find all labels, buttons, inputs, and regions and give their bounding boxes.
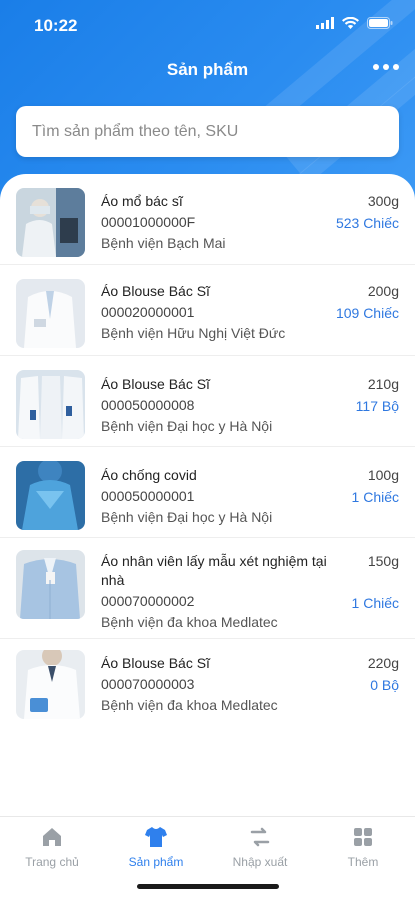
- product-thumbnail: [16, 461, 85, 530]
- signal-icon: [316, 17, 334, 29]
- product-stock: 150g 1 Chiếc: [352, 552, 399, 613]
- nav-label: Sản phẩm: [128, 855, 184, 869]
- product-row[interactable]: Áo mổ bác sĩ 00001000000F Bệnh viện Bạch…: [0, 174, 415, 265]
- product-weight: 100g: [367, 467, 399, 483]
- product-row[interactable]: Áo Blouse Bác Sĩ 000050000008 Bệnh viện …: [0, 356, 415, 447]
- product-stock: 210g 117 Bộ: [356, 375, 399, 416]
- grid-icon: [354, 828, 372, 846]
- product-stock: 100g 1 Chiếc: [352, 466, 399, 507]
- battery-icon: [367, 17, 393, 29]
- product-weight: 200g: [367, 283, 399, 299]
- product-weight: 150g: [367, 553, 399, 569]
- page-title: Sản phẩm: [166, 60, 249, 79]
- product-quantity: 523 Chiếc: [335, 215, 399, 231]
- product-row[interactable]: Áo nhân viên lấy mẫu xét nghiệm tại nhà …: [0, 538, 415, 639]
- status-icons: [316, 17, 393, 29]
- home-indicator: [137, 884, 279, 889]
- status-bar: 10:22: [0, 0, 415, 52]
- nav-label: Trang chủ: [25, 855, 79, 869]
- search-input[interactable]: [32, 122, 399, 141]
- nav-item-more[interactable]: Thêm: [311, 825, 415, 869]
- product-thumbnail: [16, 650, 85, 719]
- product-info: Áo mổ bác sĩ 00001000000F Bệnh viện Bạch…: [101, 192, 331, 253]
- product-name: Áo chống covid: [101, 467, 197, 483]
- product-info: Áo Blouse Bác Sĩ 000070000003 Bệnh viện …: [101, 654, 331, 715]
- product-name: Áo Blouse Bác Sĩ: [101, 376, 210, 392]
- product-info: Áo chống covid 000050000001 Bệnh viện Đạ…: [101, 466, 331, 527]
- product-info: Áo nhân viên lấy mẫu xét nghiệm tại nhà …: [101, 552, 331, 632]
- product-sku: 000070000002: [101, 593, 195, 609]
- product-sku: 000020000001: [101, 304, 195, 320]
- product-row[interactable]: Áo Blouse Bác Sĩ 000020000001 Bệnh viện …: [0, 265, 415, 356]
- product-thumbnail: [16, 550, 85, 619]
- wifi-icon: [342, 17, 359, 29]
- status-time: 10:22: [34, 16, 78, 35]
- product-sku: 000070000003: [101, 676, 195, 692]
- product-hospital: Bệnh viện Đại học y Hà Nội: [101, 509, 273, 525]
- product-weight: 220g: [367, 655, 399, 671]
- nav-item-home[interactable]: Trang chủ: [0, 825, 104, 869]
- nav-label: Nhập xuất: [232, 855, 288, 869]
- product-stock: 220g 0 Bộ: [368, 654, 399, 695]
- product-quantity: 1 Chiếc: [351, 595, 399, 611]
- product-name: Áo nhân viên lấy mẫu xét nghiệm tại nhà: [101, 553, 327, 588]
- product-name: Áo Blouse Bác Sĩ: [101, 283, 210, 299]
- product-quantity: 0 Bộ: [370, 677, 399, 693]
- product-weight: 210g: [367, 376, 399, 392]
- swap-arrows-icon: [250, 827, 270, 847]
- product-list: Áo mổ bác sĩ 00001000000F Bệnh viện Bạch…: [0, 174, 415, 816]
- home-icon: [43, 828, 61, 846]
- product-hospital: Bệnh viện đa khoa Medlatec: [101, 614, 278, 630]
- product-info: Áo Blouse Bác Sĩ 000050000008 Bệnh viện …: [101, 375, 331, 436]
- product-quantity: 1 Chiếc: [351, 489, 399, 505]
- product-hospital: Bệnh viện Bạch Mai: [101, 235, 226, 251]
- product-quantity: 117 Bộ: [355, 398, 399, 414]
- product-sku: 000050000008: [101, 397, 195, 413]
- product-thumbnail: [16, 188, 85, 257]
- product-sku: 000050000001: [101, 488, 195, 504]
- product-thumbnail: [16, 370, 85, 439]
- product-hospital: Bệnh viện Đại học y Hà Nội: [101, 418, 273, 434]
- product-row[interactable]: Áo chống covid 000050000001 Bệnh viện Đạ…: [0, 447, 415, 538]
- product-stock: 300g 523 Chiếc: [336, 192, 399, 233]
- product-name: Áo Blouse Bác Sĩ: [101, 655, 210, 671]
- title-bar: Sản phẩm: [0, 52, 415, 88]
- product-quantity: 109 Chiếc: [335, 305, 399, 321]
- more-options-button[interactable]: [373, 64, 399, 70]
- shirt-icon: [145, 827, 167, 847]
- product-name: Áo mổ bác sĩ: [101, 193, 183, 209]
- product-weight: 300g: [367, 193, 399, 209]
- product-thumbnail: [16, 279, 85, 348]
- product-info: Áo Blouse Bác Sĩ 000020000001 Bệnh viện …: [101, 282, 331, 343]
- search-box[interactable]: [16, 106, 399, 157]
- more-dot-icon: [383, 64, 389, 70]
- nav-item-products[interactable]: Sản phẩm: [104, 825, 208, 869]
- product-hospital: Bệnh viện đa khoa Medlatec: [101, 697, 278, 713]
- more-dot-icon: [393, 64, 399, 70]
- nav-item-import-export[interactable]: Nhập xuất: [208, 825, 312, 869]
- product-stock: 200g 109 Chiếc: [336, 282, 399, 323]
- product-sku: 00001000000F: [101, 214, 196, 230]
- product-row[interactable]: Áo Blouse Bác Sĩ 000070000003 Bệnh viện …: [0, 639, 415, 730]
- more-dot-icon: [373, 64, 379, 70]
- product-hospital: Bệnh viện Hữu Nghị Việt Đức: [101, 325, 286, 341]
- nav-label: Thêm: [347, 855, 379, 869]
